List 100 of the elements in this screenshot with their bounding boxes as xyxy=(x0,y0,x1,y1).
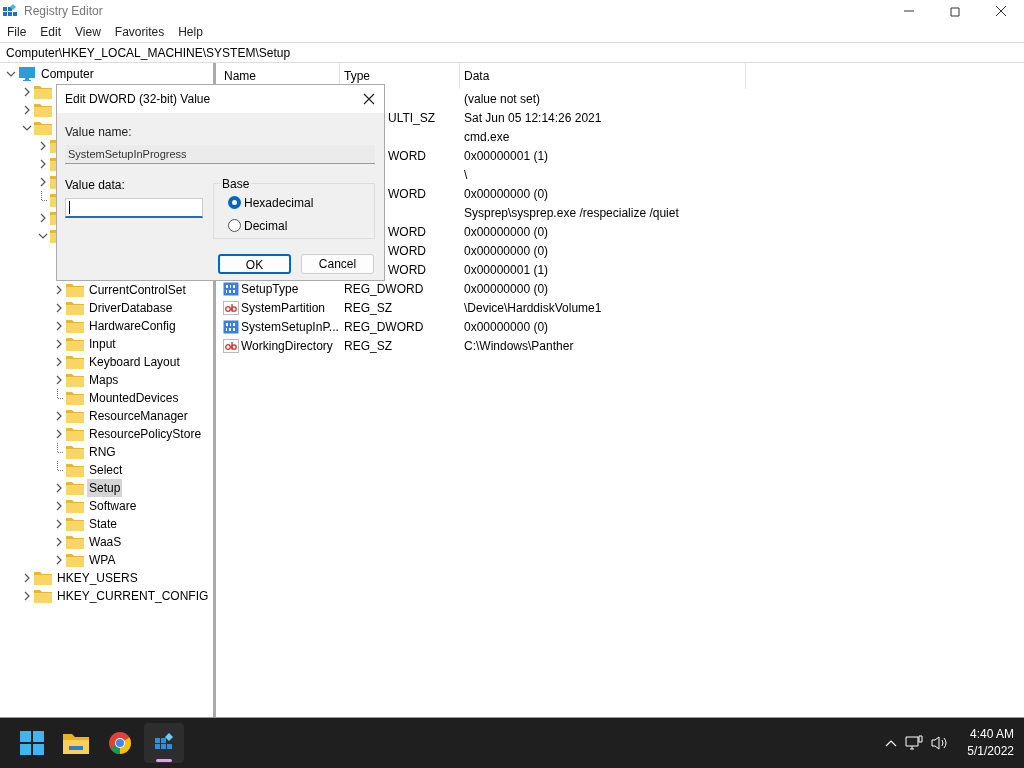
folder-icon xyxy=(66,391,84,405)
chevron-up-icon[interactable] xyxy=(885,739,898,747)
tree-connector-icon xyxy=(57,388,64,399)
tree-item[interactable]: WPA xyxy=(87,551,118,569)
close-icon[interactable] xyxy=(363,93,375,105)
menu-item[interactable]: Edit xyxy=(40,23,62,41)
value-data: (value not set) xyxy=(463,90,541,108)
address-bar[interactable]: Computer\HKEY_LOCAL_MACHINE\SYSTEM\Setup xyxy=(0,42,1024,63)
chevron-right-icon[interactable] xyxy=(54,537,64,547)
chevron-right-icon[interactable] xyxy=(54,429,64,439)
chevron-right-icon[interactable] xyxy=(22,87,32,97)
folder-icon xyxy=(66,337,84,351)
chevron-down-icon[interactable] xyxy=(22,123,32,133)
folder-icon xyxy=(34,103,52,117)
value-type: REG_DWORD xyxy=(344,281,424,296)
chevron-right-icon[interactable] xyxy=(22,573,32,583)
menu-item[interactable]: View xyxy=(75,23,101,41)
folder-icon xyxy=(66,319,84,333)
value-name[interactable]: SystemSetupInP... xyxy=(241,317,339,336)
tree-item[interactable]: Maps xyxy=(87,371,121,389)
chevron-right-icon[interactable] xyxy=(38,159,48,169)
computer-icon xyxy=(18,66,36,82)
clock-date[interactable]: 5/1/2022 xyxy=(967,743,1014,760)
tree-item[interactable]: Select xyxy=(87,461,125,479)
value-data: Sat Jun 05 12:14:26 2021 xyxy=(463,109,602,127)
chevron-right-icon[interactable] xyxy=(54,411,64,421)
taskbar-app[interactable] xyxy=(144,723,184,763)
tree-item[interactable]: DriverDatabase xyxy=(87,299,175,317)
menu-item[interactable]: Favorites xyxy=(114,23,165,41)
folder-icon xyxy=(34,85,52,99)
value-data-field[interactable] xyxy=(65,198,203,218)
value-name[interactable]: SystemPartition xyxy=(241,298,326,317)
speaker-icon[interactable] xyxy=(931,735,950,751)
radio-button[interactable] xyxy=(228,219,241,232)
chevron-right-icon[interactable] xyxy=(54,303,64,313)
chevron-right-icon[interactable] xyxy=(54,321,64,331)
value-data: \ xyxy=(463,166,468,184)
clock-time[interactable]: 4:40 AM xyxy=(969,726,1014,743)
chevron-right-icon[interactable] xyxy=(54,339,64,349)
tree-item[interactable]: MountedDevices xyxy=(87,389,181,407)
browser-icon xyxy=(108,731,132,755)
chevron-right-icon[interactable] xyxy=(54,285,64,295)
chevron-right-icon[interactable] xyxy=(54,483,64,493)
value-data: C:\Windows\Panther xyxy=(463,337,574,355)
radio-label[interactable]: Hexadecimal xyxy=(244,193,314,212)
value-name[interactable]: SetupType xyxy=(241,279,299,298)
folder-icon xyxy=(66,499,84,513)
folder-icon xyxy=(66,463,84,477)
dialog-button[interactable]: Cancel xyxy=(301,254,374,274)
chevron-right-icon[interactable] xyxy=(54,555,64,565)
column-header[interactable]: Data xyxy=(460,63,746,89)
chevron-right-icon[interactable] xyxy=(22,105,32,115)
tree-item[interactable]: ResourceManager xyxy=(87,407,190,425)
chevron-right-icon[interactable] xyxy=(38,213,48,223)
tree-item[interactable]: Input xyxy=(87,335,118,353)
radio-button[interactable] xyxy=(228,196,241,209)
chevron-right-icon[interactable] xyxy=(54,519,64,529)
folder-icon xyxy=(66,517,84,531)
chevron-right-icon[interactable] xyxy=(54,375,64,385)
value-data: 0x00000000 (0) xyxy=(463,318,549,336)
folder-icon xyxy=(66,301,84,315)
tree-item[interactable]: HardwareConfig xyxy=(87,317,178,335)
chevron-right-icon[interactable] xyxy=(22,591,32,601)
value-data: 0x00000000 (0) xyxy=(463,185,549,203)
tree-item[interactable]: HKEY_USERS xyxy=(55,569,140,587)
tree-connector-icon xyxy=(57,460,64,471)
tree-item[interactable]: ResourcePolicyStore xyxy=(87,425,204,443)
tree-item[interactable]: CurrentControlSet xyxy=(87,281,188,299)
chevron-down-icon[interactable] xyxy=(6,69,16,79)
value-type: WORD xyxy=(387,148,426,163)
menu-item[interactable]: Help xyxy=(178,23,203,41)
chevron-right-icon[interactable] xyxy=(38,177,48,187)
chevron-right-icon[interactable] xyxy=(54,357,64,367)
value-name[interactable]: WorkingDirectory xyxy=(241,336,333,355)
radio-label[interactable]: Decimal xyxy=(244,216,288,235)
chevron-right-icon[interactable] xyxy=(54,501,64,511)
folder-icon xyxy=(34,121,52,135)
folder-icon xyxy=(66,445,84,459)
tree-item[interactable]: Setup xyxy=(87,479,123,497)
tree-item[interactable]: Keyboard Layout xyxy=(87,353,182,371)
tree-item[interactable]: WaaS xyxy=(87,533,124,551)
value-name-field: SystemSetupInProgress xyxy=(65,145,375,164)
tree-connector-icon xyxy=(41,190,48,201)
menu-item[interactable]: File xyxy=(7,23,27,41)
dialog-button[interactable]: OK xyxy=(218,254,291,274)
network-icon[interactable] xyxy=(905,735,924,751)
radio-option[interactable]: Hexadecimal xyxy=(228,193,374,212)
tree-item[interactable]: State xyxy=(87,515,120,533)
chevron-down-icon[interactable] xyxy=(38,231,48,241)
radio-option[interactable]: Decimal xyxy=(228,216,374,235)
folder-icon xyxy=(66,427,84,441)
tree-item[interactable]: HKEY_CURRENT_CONFIG xyxy=(55,587,211,605)
folder-icon xyxy=(66,409,84,423)
tree-item[interactable]: RNG xyxy=(87,443,118,461)
tree-item[interactable]: Software xyxy=(87,497,139,515)
tree-item[interactable]: Computer xyxy=(39,65,96,83)
binary-value-icon xyxy=(223,281,239,296)
chevron-right-icon[interactable] xyxy=(38,141,48,151)
value-data: \Device\HarddiskVolume1 xyxy=(463,299,602,317)
folder-icon xyxy=(66,355,84,369)
